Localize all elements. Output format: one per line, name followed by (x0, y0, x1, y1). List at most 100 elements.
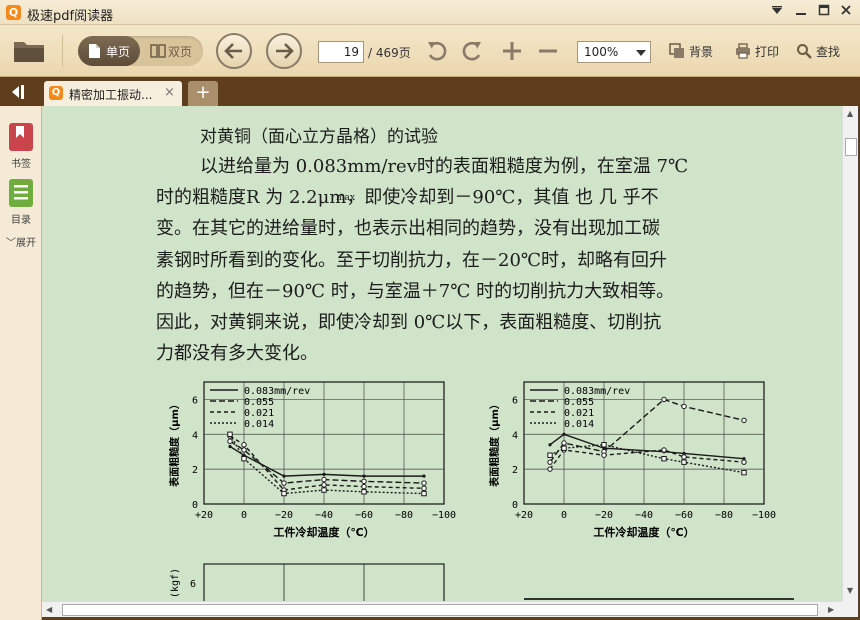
printer-icon (736, 43, 750, 59)
sidebar-item-bookmarks[interactable]: 书签 (0, 122, 42, 170)
main-toolbar: 单页 双页 / 469页 100% 背景 打印 查找 (0, 25, 860, 77)
horizontal-scroll-thumb[interactable] (62, 604, 818, 616)
data-point (681, 454, 687, 460)
x-tick-label: −100 (752, 510, 776, 521)
minimize-button[interactable] (791, 3, 811, 21)
zoom-out-icon[interactable] (536, 39, 560, 63)
document-line: 变。在其它的进给量时，也表示出相同的趋势，没有出现加工碳 (156, 218, 660, 239)
data-point (241, 447, 247, 453)
data-point (241, 455, 247, 462)
x-tick-label: +20 (195, 510, 213, 521)
y-axis-label: 表面粗糙度（μm） (168, 399, 181, 488)
next-page-button[interactable] (266, 33, 302, 69)
data-point (241, 442, 247, 448)
data-point (322, 472, 326, 476)
rotate-left-icon[interactable] (425, 39, 449, 63)
maximize-button[interactable] (814, 3, 834, 21)
total-pages-label: / 469页 (368, 46, 411, 60)
y-tick-label: 2 (512, 465, 518, 476)
bookmark-icon (9, 123, 33, 151)
data-point (661, 447, 667, 453)
scroll-left-icon[interactable]: ◀ (46, 605, 52, 614)
close-window-button[interactable] (836, 3, 856, 21)
toolbar-divider (62, 35, 63, 67)
title-bar: Q 极速pdf阅读器 (0, 0, 860, 25)
zoom-in-icon[interactable] (500, 39, 524, 63)
document-line: 力都没有多大变化。 (156, 343, 318, 364)
close-tab-icon[interactable]: × (164, 85, 175, 100)
document-viewer[interactable]: 对黄铜（面心立方晶格）的试验 以进给量为 0.083mm/rev时的表面粗糙度为… (42, 106, 842, 601)
sidebar-expand-label: 展开 (16, 238, 36, 249)
legend-label: 0.083mm/rev (564, 386, 630, 397)
open-folder-icon[interactable] (12, 36, 46, 64)
arrow-left-icon (224, 43, 242, 59)
x-tick-label: 0 (241, 510, 247, 521)
table-of-contents-icon (9, 179, 33, 207)
print-label: 打印 (755, 45, 780, 59)
x-tick-label: −20 (595, 510, 613, 521)
partial-chart-svg: 6 (kgf) (170, 563, 445, 601)
scrollbar-corner (842, 601, 858, 617)
x-axis-label: 工件冷却温度（℃） (273, 525, 374, 539)
sidebar-toc-label: 目录 (11, 215, 31, 226)
scroll-right-icon[interactable]: ▶ (828, 605, 834, 614)
data-point (741, 417, 747, 424)
document-line: 素钢时所看到的变化。至于切削抗力，在－20℃时，却略有回升 (156, 250, 668, 271)
chart-svg: +20 0 −20 −40 −60 −80 −1000246工件冷却温度（℃）表面粗糙度（μ… (488, 381, 776, 539)
legend-label: 0.055 (244, 397, 274, 408)
document-line: 以进给量为 0.083mm/rev时的表面粗糙度为例，在室温 7℃ (200, 156, 689, 177)
document-line-text: 时的粗糙度R 为 2.2μm，即使冷却到－90℃，其值 也 几 乎不 (156, 187, 659, 208)
zoom-value: 100% (584, 45, 619, 59)
sidebar-expand-button[interactable]: ﹀展开 (0, 234, 42, 249)
y-tick-label: 6 (192, 395, 198, 406)
single-page-label: 单页 (106, 45, 131, 59)
rotate-right-icon[interactable] (460, 39, 484, 63)
data-point (741, 469, 747, 476)
data-point (361, 483, 367, 490)
data-point (228, 444, 232, 449)
sidebar-bookmarks-label: 书签 (11, 159, 31, 170)
arrow-right-icon (276, 43, 294, 59)
x-tick-label: −40 (635, 510, 653, 521)
data-point (601, 452, 607, 458)
horizontal-scrollbar[interactable]: ◀ ▶ (42, 601, 842, 617)
data-point (321, 482, 327, 488)
scroll-down-icon[interactable]: ▼ (847, 586, 853, 595)
x-tick-label: −40 (315, 510, 333, 521)
vertical-scrollbar[interactable]: ▲ ▼ (842, 106, 858, 601)
data-point (601, 442, 607, 448)
zoom-select[interactable]: 100% (577, 41, 651, 63)
x-tick-label: −100 (432, 510, 456, 521)
pdf-file-icon: Q (49, 86, 63, 100)
double-page-button[interactable]: 双页 (144, 36, 203, 66)
app-logo-icon: Q (6, 5, 21, 20)
data-point (227, 438, 233, 444)
partial-chart-edge (524, 598, 794, 600)
toggle-sidebar-icon[interactable] (8, 83, 32, 101)
double-page-label: 双页 (168, 45, 193, 59)
previous-page-button[interactable] (216, 33, 252, 69)
x-tick-label: −60 (675, 510, 693, 521)
sidebar-item-toc[interactable]: 目录 (0, 178, 42, 226)
vertical-scroll-thumb[interactable] (845, 138, 857, 156)
x-axis-label: 工件冷却温度（℃） (593, 525, 694, 539)
data-point (681, 403, 687, 410)
background-icon (669, 43, 684, 58)
series-line (549, 449, 745, 470)
roughness-chart-left: +20 0 −20 −40 −60 −80 −100 0 2 4 6 工件冷却温度（℃） 表面粗糙度（μ… (162, 376, 462, 546)
data-point (361, 489, 367, 495)
y-tick-label: 4 (192, 430, 198, 441)
y-axis-label: 表面粗糙度（μm） (488, 399, 501, 488)
chevron-down-icon: ﹀ (6, 238, 16, 249)
scroll-up-icon[interactable]: ▲ (847, 109, 853, 118)
single-page-button[interactable]: 单页 (78, 36, 140, 66)
new-tab-button[interactable]: + (188, 81, 218, 106)
tab-label: 精密加工振动... (69, 88, 153, 102)
x-tick-label: +20 (515, 510, 533, 521)
data-point (282, 474, 286, 478)
page-number-input[interactable] (318, 41, 364, 63)
menu-dropdown-icon[interactable] (767, 3, 787, 21)
partial-chart-ytick: 6 (190, 579, 196, 590)
data-point (321, 476, 327, 483)
tab-document[interactable]: Q 精密加工振动... × (44, 81, 182, 106)
